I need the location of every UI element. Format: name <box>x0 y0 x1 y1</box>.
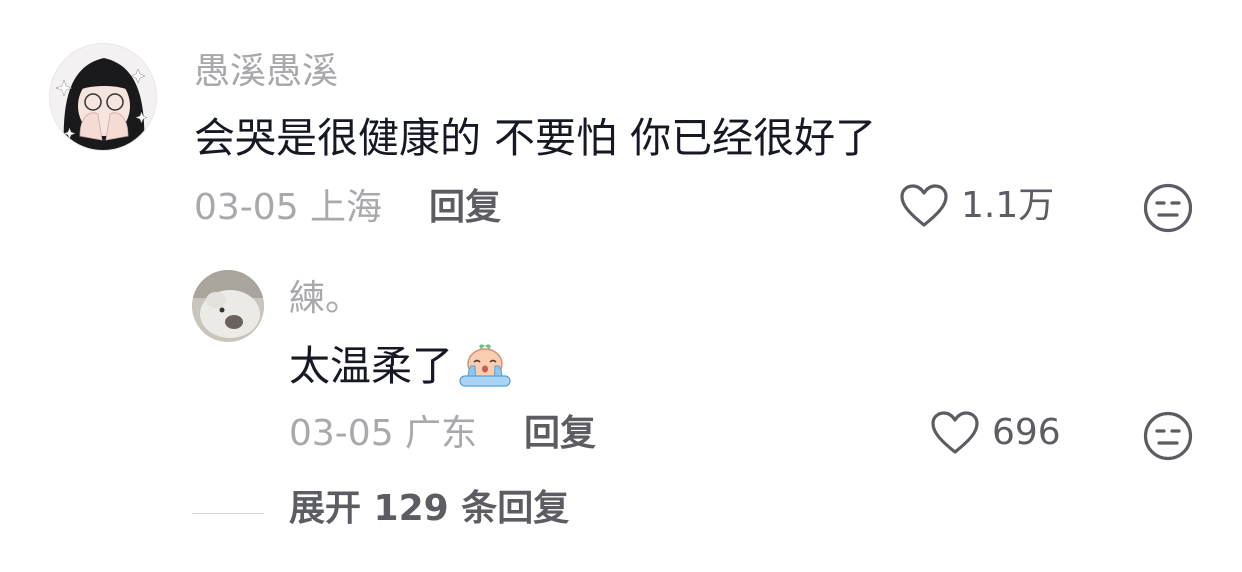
reply-text: 太温柔了 <box>289 342 453 390</box>
like-button[interactable]: 1.1万 <box>899 183 1054 229</box>
comment-date-location: 03-05 上海 <box>194 187 383 228</box>
like-count: 1.1万 <box>961 185 1055 226</box>
dislike-button[interactable] <box>1142 182 1194 234</box>
reply-like-button[interactable]: 696 <box>930 410 1061 456</box>
heart-outline-icon <box>900 184 948 227</box>
reply-dislike-button[interactable] <box>1142 410 1194 462</box>
avatar-image <box>50 44 156 150</box>
comment-text: 会哭是很健康的 不要怕 你已经很好了 <box>194 114 877 162</box>
meh-face-icon <box>1143 183 1193 233</box>
heart-outline-icon <box>931 411 979 454</box>
reply-reply-button[interactable]: 回复 <box>524 416 596 452</box>
reply-button[interactable]: 回复 <box>429 190 501 226</box>
reply-avatar[interactable] <box>192 270 264 342</box>
crying-emoji-icon <box>459 344 511 387</box>
expand-divider <box>192 513 264 514</box>
meh-face-icon <box>1143 411 1193 461</box>
expand-replies-button[interactable]: 展开 129 条回复 <box>289 491 569 527</box>
reply-username[interactable]: 練。 <box>289 281 361 317</box>
reply-date-location: 03-05 广东 <box>289 413 478 454</box>
reply-avatar-image <box>192 270 264 342</box>
comment-username[interactable]: 愚溪愚溪 <box>194 54 338 90</box>
comment-thread: 愚溪愚溪 会哭是很健康的 不要怕 你已经很好了 03-05 上海 回复 1.1万… <box>0 0 1242 572</box>
reply-like-count: 696 <box>992 412 1061 453</box>
reply-text-line: 太温柔了 <box>289 344 513 392</box>
avatar[interactable] <box>49 43 157 151</box>
